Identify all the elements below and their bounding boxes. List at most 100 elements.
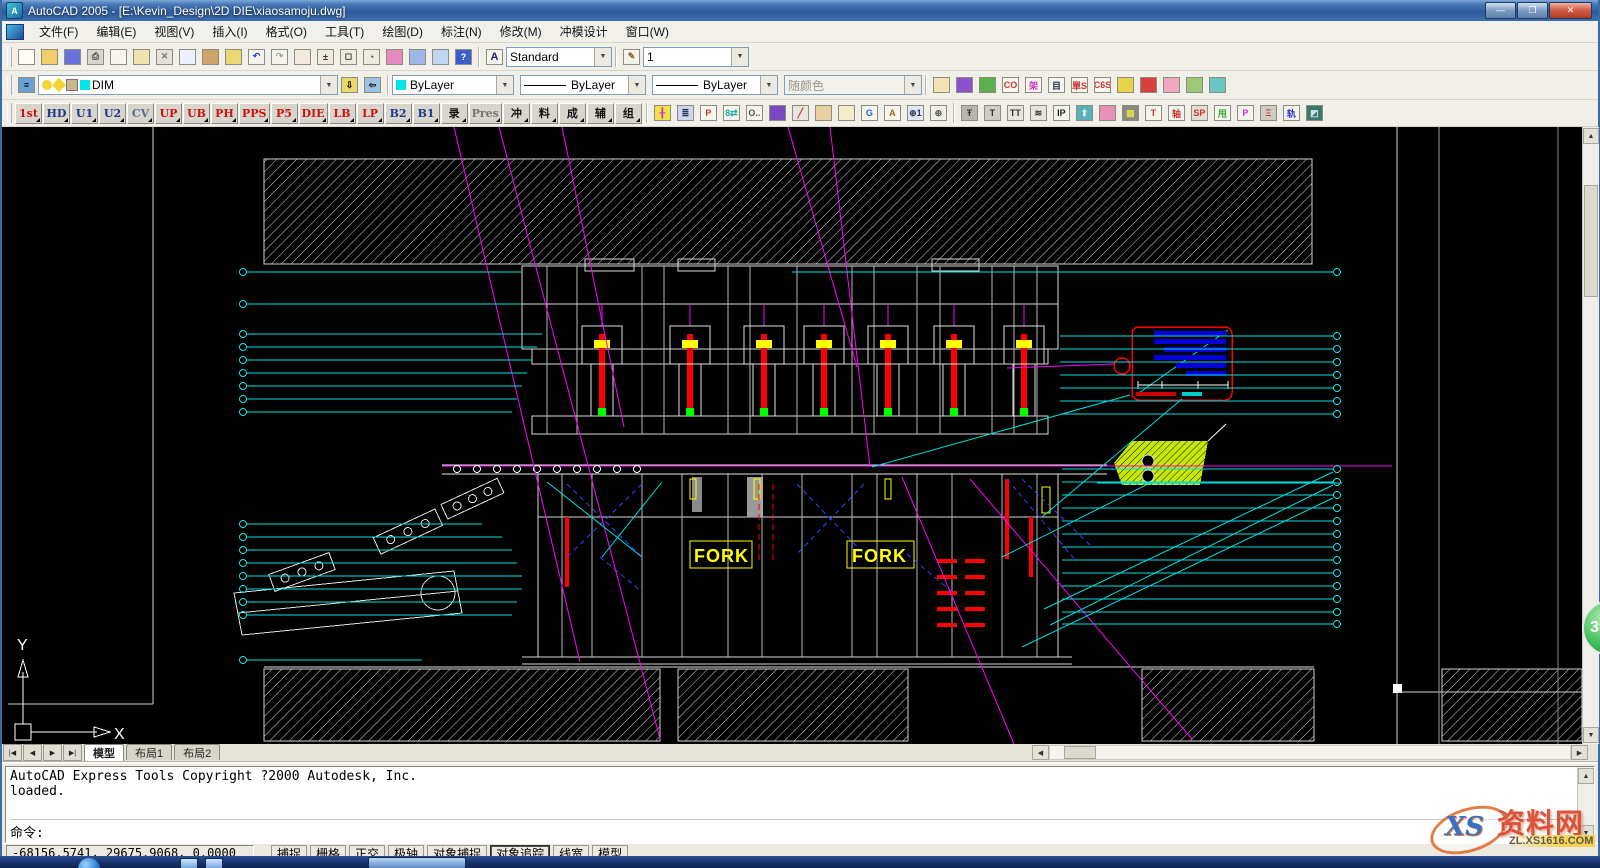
match-properties-icon[interactable]	[222, 46, 245, 68]
command-scrollbar[interactable]: ▲ ▼	[1577, 767, 1594, 842]
brush-tool-icon[interactable]	[1114, 74, 1137, 96]
die-tool-button[interactable]: DIE	[299, 103, 328, 124]
make-layer-current-icon[interactable]: ⇩	[338, 74, 361, 96]
plot-style-combo[interactable]: 随颜色▼	[784, 75, 922, 95]
command-prompt[interactable]: 命令:	[10, 819, 1573, 840]
g-tool-icon[interactable]: G	[858, 102, 881, 124]
die-tool-button[interactable]: PH	[211, 103, 238, 124]
p-pink-icon[interactable]: P	[1234, 102, 1257, 124]
copy-icon[interactable]	[176, 46, 199, 68]
sheet-stack-icon[interactable]	[1206, 74, 1229, 96]
die-tool-button[interactable]: B2	[385, 103, 412, 124]
pink-part-icon[interactable]	[1096, 102, 1119, 124]
menu-item[interactable]: 绘图(D)	[373, 23, 432, 40]
menu-item[interactable]: 修改(M)	[491, 23, 551, 40]
frame-tool-icon[interactable]: 架	[1022, 74, 1045, 96]
designcenter-icon[interactable]	[406, 46, 429, 68]
windows-taskbar[interactable]	[0, 856, 1600, 868]
layer-stack-icon[interactable]	[976, 74, 999, 96]
menu-item[interactable]: 格式(O)	[257, 23, 316, 40]
pink-grid-icon[interactable]	[1160, 74, 1183, 96]
die-tool-button[interactable]: LP	[357, 103, 384, 124]
punch-a-icon[interactable]: Ŧ	[958, 102, 981, 124]
scroll-up-icon[interactable]: ▲	[1578, 768, 1594, 784]
color-combo[interactable]: ByLayer▼	[392, 75, 514, 95]
zoom-window-icon[interactable]: ◻	[337, 46, 360, 68]
properties-icon[interactable]	[383, 46, 406, 68]
help-icon[interactable]: ?	[452, 46, 475, 68]
tool-palettes-icon[interactable]	[429, 46, 452, 68]
point-xy-icon[interactable]: P	[697, 102, 720, 124]
zoom-previous-icon[interactable]: ◔	[360, 46, 383, 68]
ip-tool-icon[interactable]: IP	[1050, 102, 1073, 124]
tab-last-icon[interactable]: ▶|	[63, 744, 82, 761]
close-button[interactable]: ✕	[1549, 2, 1592, 19]
axis-icon[interactable]: 轴	[1165, 102, 1188, 124]
die-tool-button[interactable]: 录	[441, 103, 468, 124]
text-style-icon[interactable]: A	[483, 46, 506, 68]
start-orb-icon[interactable]	[78, 858, 100, 868]
layer-combo[interactable]: DIM ▼	[38, 75, 338, 95]
guide-icon[interactable]: 甩	[1211, 102, 1234, 124]
co-tool-icon[interactable]: CO	[999, 74, 1022, 96]
die-tool-button[interactable]: 组	[615, 103, 642, 124]
menu-item[interactable]: 视图(V)	[145, 23, 203, 40]
command-text-area[interactable]: AutoCAD Express Tools Copyright ?2000 Au…	[6, 767, 1577, 842]
tab-prev-icon[interactable]: ◀	[23, 744, 42, 761]
document-icon[interactable]	[6, 24, 24, 40]
save-icon[interactable]	[61, 46, 84, 68]
die-tool-button[interactable]: 冲	[503, 103, 530, 124]
text-style-combo[interactable]: Standard▼	[506, 47, 612, 67]
die-tool-button[interactable]: U2	[99, 103, 126, 124]
scroll-left-icon[interactable]: ◀	[1032, 745, 1049, 760]
menu-item[interactable]: 插入(I)	[203, 23, 256, 40]
lineweight-combo[interactable]: ByLayer▼	[652, 75, 778, 95]
folder-red-icon[interactable]	[812, 102, 835, 124]
chevron-down-icon[interactable]: ▼	[320, 76, 337, 94]
menu-item[interactable]: 文件(F)	[30, 23, 87, 40]
eraser-icon[interactable]	[953, 74, 976, 96]
file-red-icon[interactable]	[835, 102, 858, 124]
lift-icon[interactable]: ⬆	[1073, 102, 1096, 124]
die-tool-button[interactable]: P5	[271, 103, 298, 124]
scroll-down-icon[interactable]: ▼	[1583, 727, 1599, 743]
die-tool-button[interactable]: Pres	[469, 103, 502, 124]
scroll-down-icon[interactable]: ▼	[1578, 825, 1594, 841]
spring-icon[interactable]: ≋	[1027, 102, 1050, 124]
punch-pair-icon[interactable]: TT	[1004, 102, 1027, 124]
plot-preview-icon[interactable]	[107, 46, 130, 68]
t-red-icon[interactable]: T	[1142, 102, 1165, 124]
plus-one-icon[interactable]: ⊕1	[904, 102, 927, 124]
pan-icon[interactable]	[291, 46, 314, 68]
die-tool-button[interactable]: 成	[559, 103, 586, 124]
undo-icon[interactable]: ↶	[245, 46, 268, 68]
paste-icon[interactable]	[199, 46, 222, 68]
menu-item[interactable]: 编辑(E)	[87, 23, 145, 40]
green-list-icon[interactable]	[1183, 74, 1206, 96]
die-tool-button[interactable]: UP	[155, 103, 182, 124]
die-tool-button[interactable]: HD	[43, 103, 70, 124]
menu-item[interactable]: 工具(T)	[316, 23, 373, 40]
dim-8-icon[interactable]: 8⇄	[720, 102, 743, 124]
dim-list-icon[interactable]: ≣	[674, 102, 697, 124]
redo-icon[interactable]: ↷	[268, 46, 291, 68]
tab-next-icon[interactable]: ▶	[43, 744, 62, 761]
publish-icon[interactable]	[130, 46, 153, 68]
toolbar-grip[interactable]	[7, 75, 12, 95]
red-pencil-icon[interactable]: ╱	[789, 102, 812, 124]
die-tool-button[interactable]: 料	[531, 103, 558, 124]
layer-manager-icon[interactable]: ≡	[15, 74, 38, 96]
list-tool-icon[interactable]: 目	[1045, 74, 1068, 96]
punch-b-icon[interactable]: T	[981, 102, 1004, 124]
die-tool-button[interactable]: 辅	[587, 103, 614, 124]
model-space-canvas[interactable]: FORK FORK Y X	[2, 127, 1582, 744]
die-tool-button[interactable]: LB	[329, 103, 356, 124]
menu-item[interactable]: 标注(N)	[432, 23, 491, 40]
horizontal-scrollbar[interactable]: ◀ ▶	[1032, 746, 1588, 759]
taskbar-icon[interactable]	[205, 858, 223, 868]
cut-icon[interactable]: ✕	[153, 46, 176, 68]
maximize-button[interactable]: ❐	[1517, 2, 1548, 19]
block-icon[interactable]: ▦	[1119, 102, 1142, 124]
layout-tab[interactable]: 布局2	[174, 744, 220, 760]
scrollbar-thumb[interactable]	[1064, 746, 1096, 759]
